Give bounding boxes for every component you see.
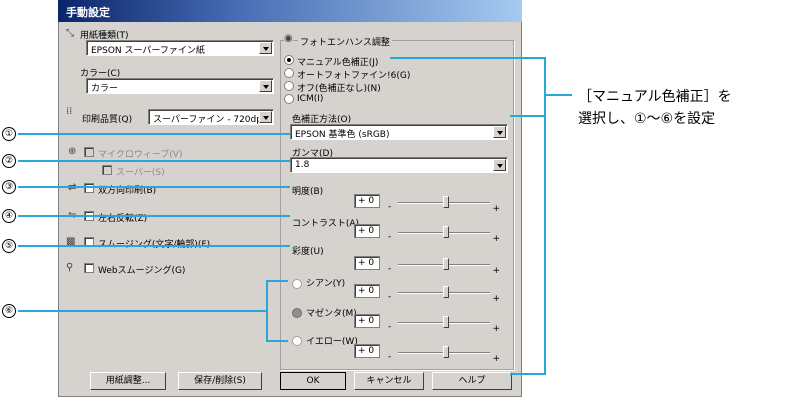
callout-1: ① (2, 127, 16, 141)
radio-auto-label: オートフォトファイン!6(G) (297, 71, 411, 81)
magenta-indicator (292, 308, 302, 318)
super-label: スーパー(S) (116, 168, 165, 178)
microweave-checkbox[interactable] (84, 147, 94, 157)
microweave-icon: ⊕ (68, 146, 77, 157)
magenta-slider[interactable]: - + (388, 314, 500, 334)
ok-button[interactable]: OK (280, 372, 346, 390)
note-line-1: ［マニュアル色補正］を (578, 89, 732, 105)
quality-select[interactable]: スーパーファイン - 720dpi (148, 109, 274, 125)
chevron-down-icon[interactable] (259, 42, 272, 54)
slider-thumb[interactable] (443, 258, 449, 270)
callout-line-3 (18, 186, 290, 188)
brightness-value[interactable]: + 0 (354, 194, 380, 208)
smoothing-label: スムージング(文字/輪郭)(F) (98, 237, 210, 250)
radio-auto[interactable] (284, 68, 294, 78)
cyan-indicator (292, 279, 302, 289)
callout-2: ② (2, 154, 16, 168)
brightness-label: 明度(B) (292, 187, 324, 197)
contrast-slider[interactable]: - + (388, 224, 500, 244)
cyan-label: シアン(Y) (306, 279, 346, 289)
yellow-slider[interactable]: - + (388, 344, 500, 364)
radio-icm[interactable] (284, 94, 294, 104)
callout-bracket-right-bottom (510, 373, 546, 375)
group-title: フォトエンハンス調整 (298, 35, 392, 48)
cyan-value[interactable]: + 0 (354, 284, 380, 298)
radio-manual[interactable] (284, 55, 294, 65)
yellow-label: イエロー(W) (306, 337, 358, 347)
yellow-indicator (292, 336, 302, 346)
magenta-label: マゼンタ(M) (306, 309, 357, 319)
quality-label: 印刷品質(Q) (82, 115, 133, 125)
chevron-down-icon[interactable] (493, 159, 506, 171)
slider-thumb[interactable] (443, 196, 449, 208)
callout-5: ⑤ (2, 239, 16, 253)
chevron-down-icon[interactable] (493, 126, 506, 138)
photo-enhance-icon: ◉ (284, 33, 293, 44)
chevron-down-icon[interactable] (259, 80, 272, 92)
bidirectional-label: 双方向印刷(B) (98, 186, 157, 196)
paper-type-select[interactable]: EPSON スーパーファイン紙 (86, 40, 274, 56)
callout-bracket-right-top (510, 115, 546, 117)
callout-line-1 (18, 133, 290, 135)
saturation-slider[interactable]: - + (388, 256, 500, 276)
callout-bracket-6-top (266, 280, 288, 282)
web-smoothing-checkbox[interactable] (84, 263, 94, 273)
radio-icm-label: ICM(I) (297, 94, 324, 104)
gamma-select[interactable]: 1.8 (290, 157, 508, 173)
flip-label: 左右反転(Z) (98, 214, 148, 224)
window-title: 手動設定 (66, 6, 110, 19)
slider-thumb[interactable] (443, 286, 449, 298)
callout-6: ⑥ (2, 304, 16, 318)
web-smoothing-icon: ⚲ (66, 262, 74, 273)
bidirectional-checkbox[interactable] (84, 183, 94, 193)
yellow-value[interactable]: + 0 (354, 344, 380, 358)
callout-line-2 (18, 160, 290, 162)
slider-thumb[interactable] (443, 346, 449, 358)
web-smoothing-label: Webスムージング(G) (98, 266, 186, 276)
radio-off[interactable] (284, 81, 294, 91)
contrast-label: コントラスト(A) (292, 219, 359, 229)
quality-icon: ⁞⁞ (66, 106, 73, 117)
callout-4: ④ (2, 209, 16, 223)
chevron-down-icon[interactable] (259, 111, 272, 123)
super-checkbox[interactable] (102, 165, 112, 175)
method-select[interactable]: EPSON 基準色 (sRGB) (290, 124, 508, 140)
save-delete-button[interactable]: 保存/削除(S) (178, 372, 262, 390)
saturation-label: 彩度(U) (292, 247, 324, 257)
note-line-2: 選択し、①〜⑥を設定 (578, 111, 716, 127)
radio-off-label: オフ(色補正なし)(N) (297, 84, 381, 94)
paper-adjust-button[interactable]: 用紙調整... (90, 372, 166, 390)
slider-thumb[interactable] (443, 316, 449, 328)
callout-line-4 (18, 215, 290, 217)
callout-bracket-right (544, 57, 546, 375)
callout-line-5 (18, 245, 290, 247)
callout-line-note (544, 94, 572, 96)
callout-bracket-6-bottom (266, 340, 288, 342)
radio-manual-label: マニュアル色補正(J) (297, 58, 379, 68)
callout-line-6 (18, 310, 268, 312)
magenta-value[interactable]: + 0 (354, 314, 380, 328)
callout-bracket-6 (266, 280, 268, 342)
contrast-value[interactable]: + 0 (354, 224, 380, 238)
cyan-slider[interactable]: - + (388, 284, 500, 304)
slider-thumb[interactable] (443, 226, 449, 238)
microweave-label: マイクロウィーブ(V) (98, 150, 183, 160)
color-select[interactable]: カラー (86, 78, 274, 94)
callout-3: ③ (2, 180, 16, 194)
cancel-button[interactable]: キャンセル (354, 372, 424, 390)
callout-line-manual (390, 57, 545, 59)
help-button[interactable]: ヘルプ (432, 372, 512, 390)
title-bar[interactable]: 手動設定 (58, 0, 522, 22)
saturation-value[interactable]: + 0 (354, 256, 380, 270)
paper-icon: ⤡ (66, 28, 74, 39)
brightness-slider[interactable]: - + (388, 194, 500, 214)
